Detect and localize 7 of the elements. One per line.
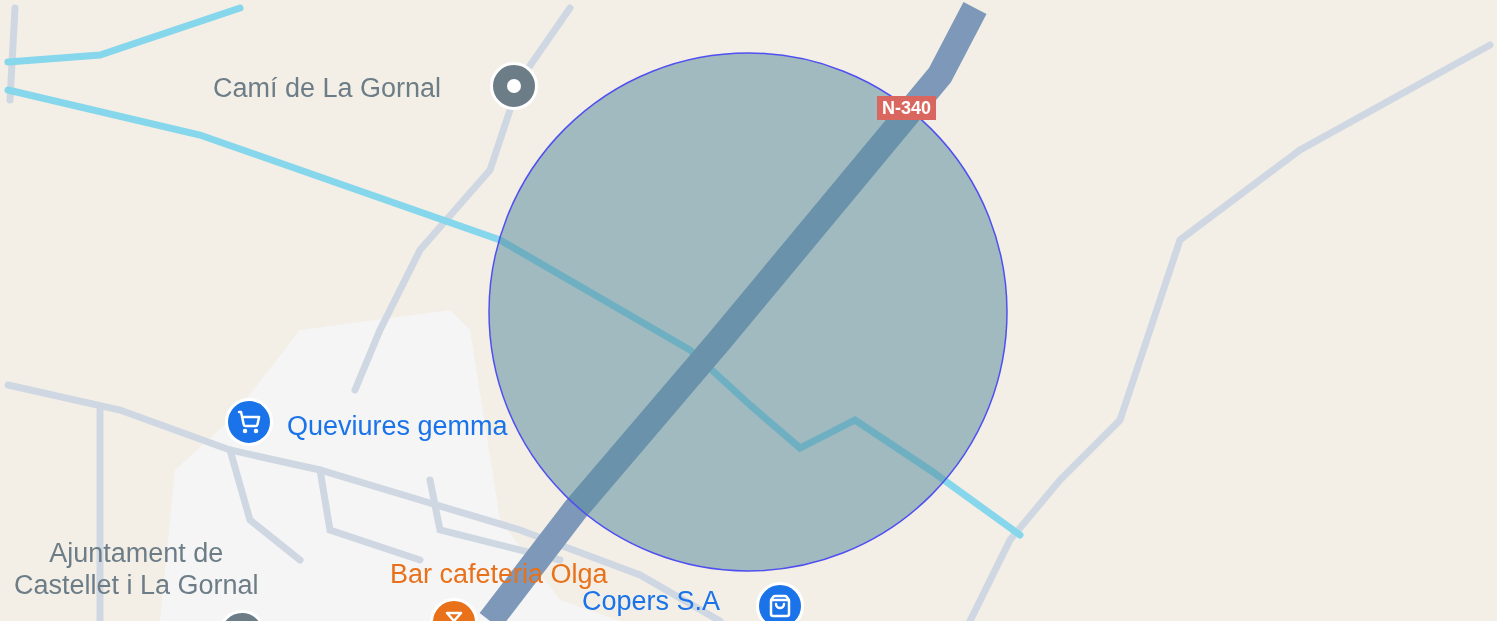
place-label[interactable]: Bar cafeteria Olga — [390, 558, 608, 590]
place-pin-icon[interactable] — [756, 582, 804, 621]
place-label[interactable]: Ajuntament de Castellet i La Gornal — [14, 537, 259, 601]
road-shield: N-340 — [877, 96, 937, 120]
place-pin-icon[interactable] — [490, 62, 538, 110]
place-label[interactable]: Queviures gemma — [287, 410, 508, 442]
place-label[interactable]: Camí de La Gornal — [213, 72, 442, 104]
